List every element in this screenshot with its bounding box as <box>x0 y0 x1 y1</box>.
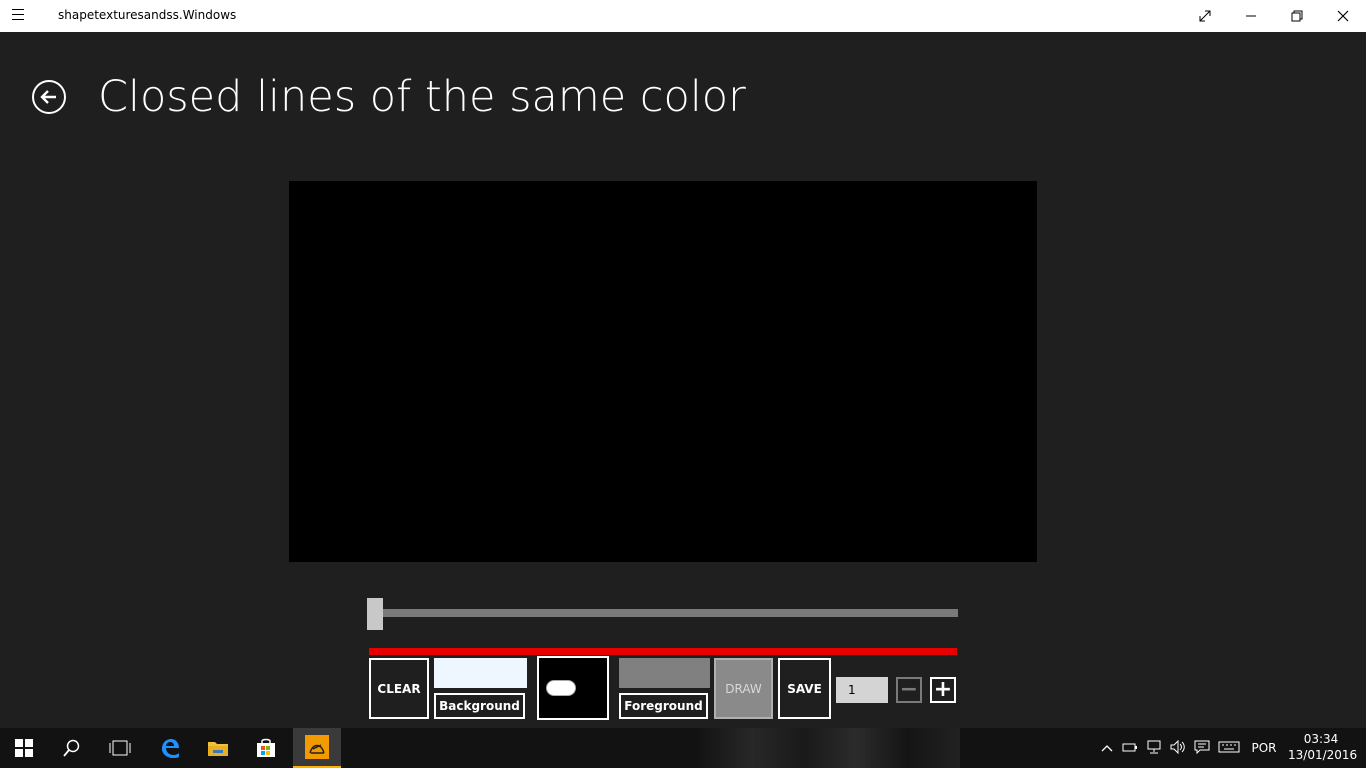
drawing-canvas[interactable] <box>289 181 1037 562</box>
window-title: shapetexturesandss.Windows <box>58 8 237 22</box>
shape-selector-button[interactable] <box>537 656 609 720</box>
edge-icon[interactable] <box>146 728 194 768</box>
keyboard-icon[interactable] <box>1214 741 1244 756</box>
clock-time: 03:34 <box>1303 732 1339 746</box>
clock[interactable]: 03:34 13/01/2016 <box>1288 731 1358 763</box>
slider-thumb[interactable] <box>367 598 383 630</box>
background-button[interactable]: Background <box>434 693 525 719</box>
slider-track[interactable] <box>376 609 958 617</box>
clock-date: 13/01/2016 <box>1288 748 1358 762</box>
search-icon[interactable] <box>48 728 96 768</box>
language-indicator[interactable]: POR <box>1244 741 1284 755</box>
fullscreen-button[interactable] <box>1182 0 1228 32</box>
close-button[interactable] <box>1320 0 1366 32</box>
stroke-width-input[interactable]: 1 <box>836 677 888 703</box>
clear-button[interactable]: CLEAR <box>369 658 429 719</box>
foreground-color-swatch[interactable] <box>619 658 710 688</box>
chevron-up-icon[interactable] <box>1096 741 1118 755</box>
file-explorer-icon[interactable] <box>194 728 242 768</box>
close-icon <box>1337 10 1349 22</box>
draw-button[interactable]: DRAW <box>714 658 773 719</box>
volume-icon[interactable] <box>1166 739 1190 757</box>
minimize-button[interactable] <box>1228 0 1274 32</box>
page-title: Closed lines of the same color <box>98 72 746 122</box>
decrement-button[interactable]: − <box>896 677 922 703</box>
save-button[interactable]: SAVE <box>778 658 831 719</box>
restore-icon <box>1291 10 1303 22</box>
expand-icon <box>1199 10 1211 22</box>
foreground-button[interactable]: Foreground <box>619 693 708 719</box>
rounded-shape-icon <box>546 680 576 696</box>
store-icon[interactable] <box>242 728 290 768</box>
restore-button[interactable] <box>1274 0 1320 32</box>
back-button[interactable] <box>32 80 66 114</box>
background-color-swatch[interactable] <box>434 658 527 688</box>
system-tray: POR <box>1096 728 1284 768</box>
battery-icon[interactable] <box>1118 741 1142 756</box>
title-bar: shapetexturesandss.Windows <box>0 0 1366 32</box>
increment-button[interactable]: + <box>930 677 956 703</box>
main-page: Closed lines of the same color CLEAR Bac… <box>0 32 1366 728</box>
arrow-left-icon <box>40 90 56 104</box>
taskbar: POR 03:34 13/01/2016 <box>0 728 1366 768</box>
notifications-icon[interactable] <box>1190 740 1214 757</box>
network-icon[interactable] <box>1142 740 1166 757</box>
task-view-icon[interactable] <box>96 728 144 768</box>
windows-start-icon[interactable] <box>0 728 48 768</box>
hamburger-menu-icon[interactable] <box>12 9 34 23</box>
minimize-icon <box>1246 15 1256 17</box>
app-icon[interactable] <box>293 728 341 768</box>
taskbar-wallpaper <box>700 728 960 768</box>
color-indicator-bar <box>369 648 957 655</box>
